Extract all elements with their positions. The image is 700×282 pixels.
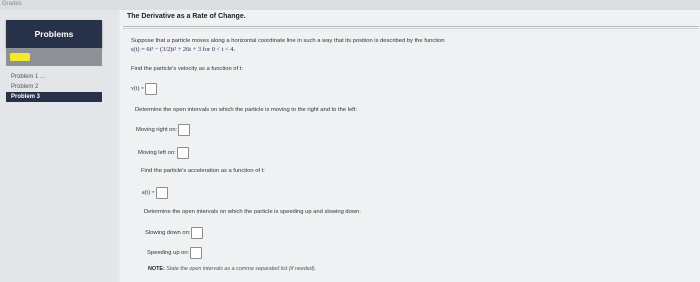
grades-link[interactable]: Grades bbox=[2, 1, 22, 7]
moving-left-input[interactable] bbox=[176, 147, 189, 159]
speeding-up-input[interactable] bbox=[190, 247, 203, 259]
moving-left-row: Moving left on: bbox=[138, 147, 189, 159]
question-velocity: Find the particle's velocity as a functi… bbox=[131, 66, 243, 72]
progress-fill bbox=[10, 53, 30, 61]
sidebar-header: Problems bbox=[6, 20, 102, 48]
question-acceleration: Find the particle's acceleration as a fu… bbox=[141, 168, 265, 174]
sidebar: Problems Problem 1 ... Problem 2 Problem… bbox=[0, 10, 118, 282]
speeding-up-row: Speeding up on: bbox=[147, 247, 203, 259]
page-title: The Derivative as a Rate of Change. bbox=[127, 13, 246, 20]
moving-right-row: Moving right on: bbox=[136, 124, 191, 136]
speeding-up-label: Speeding up on: bbox=[147, 250, 190, 256]
slowing-down-label: Slowing down on: bbox=[145, 230, 191, 236]
moving-right-input[interactable] bbox=[178, 124, 191, 136]
slowing-down-input[interactable] bbox=[191, 227, 204, 239]
moving-right-label: Moving right on: bbox=[136, 127, 178, 133]
question-direction: Determine the open intervals on which th… bbox=[135, 107, 358, 113]
moving-left-label: Moving left on: bbox=[138, 150, 176, 156]
position-function: s(t) = 6t³ − (3/2)t² + 26t + 3 for 0 < t… bbox=[131, 46, 236, 53]
top-strip: Grades bbox=[0, 0, 700, 10]
divider bbox=[123, 26, 699, 27]
acceleration-row: a(t) = bbox=[142, 187, 168, 199]
note-text: State the open intervals as a comma sepa… bbox=[166, 266, 317, 272]
velocity-label: v(t) = bbox=[131, 86, 145, 92]
problem-panel: The Derivative as a Rate of Change. Supp… bbox=[120, 10, 700, 282]
sidebar-item-problem-2[interactable]: Problem 2 bbox=[6, 82, 102, 92]
velocity-row: v(t) = bbox=[131, 83, 158, 95]
problem-intro: Suppose that a particle moves along a ho… bbox=[131, 38, 445, 44]
acceleration-input[interactable] bbox=[155, 187, 168, 199]
slowing-down-row: Slowing down on: bbox=[145, 227, 204, 239]
note: NOTE: State the open intervals as a comm… bbox=[148, 266, 316, 272]
velocity-input[interactable] bbox=[145, 83, 158, 95]
acceleration-label: a(t) = bbox=[142, 190, 155, 196]
note-label: NOTE: bbox=[148, 266, 165, 272]
question-speed: Determine the open intervals on which th… bbox=[144, 209, 361, 215]
sidebar-item-problem-1[interactable]: Problem 1 ... bbox=[6, 72, 102, 82]
sidebar-item-problem-3[interactable]: Problem 3 bbox=[6, 92, 102, 102]
divider bbox=[123, 28, 699, 29]
progress-bar bbox=[6, 48, 102, 66]
